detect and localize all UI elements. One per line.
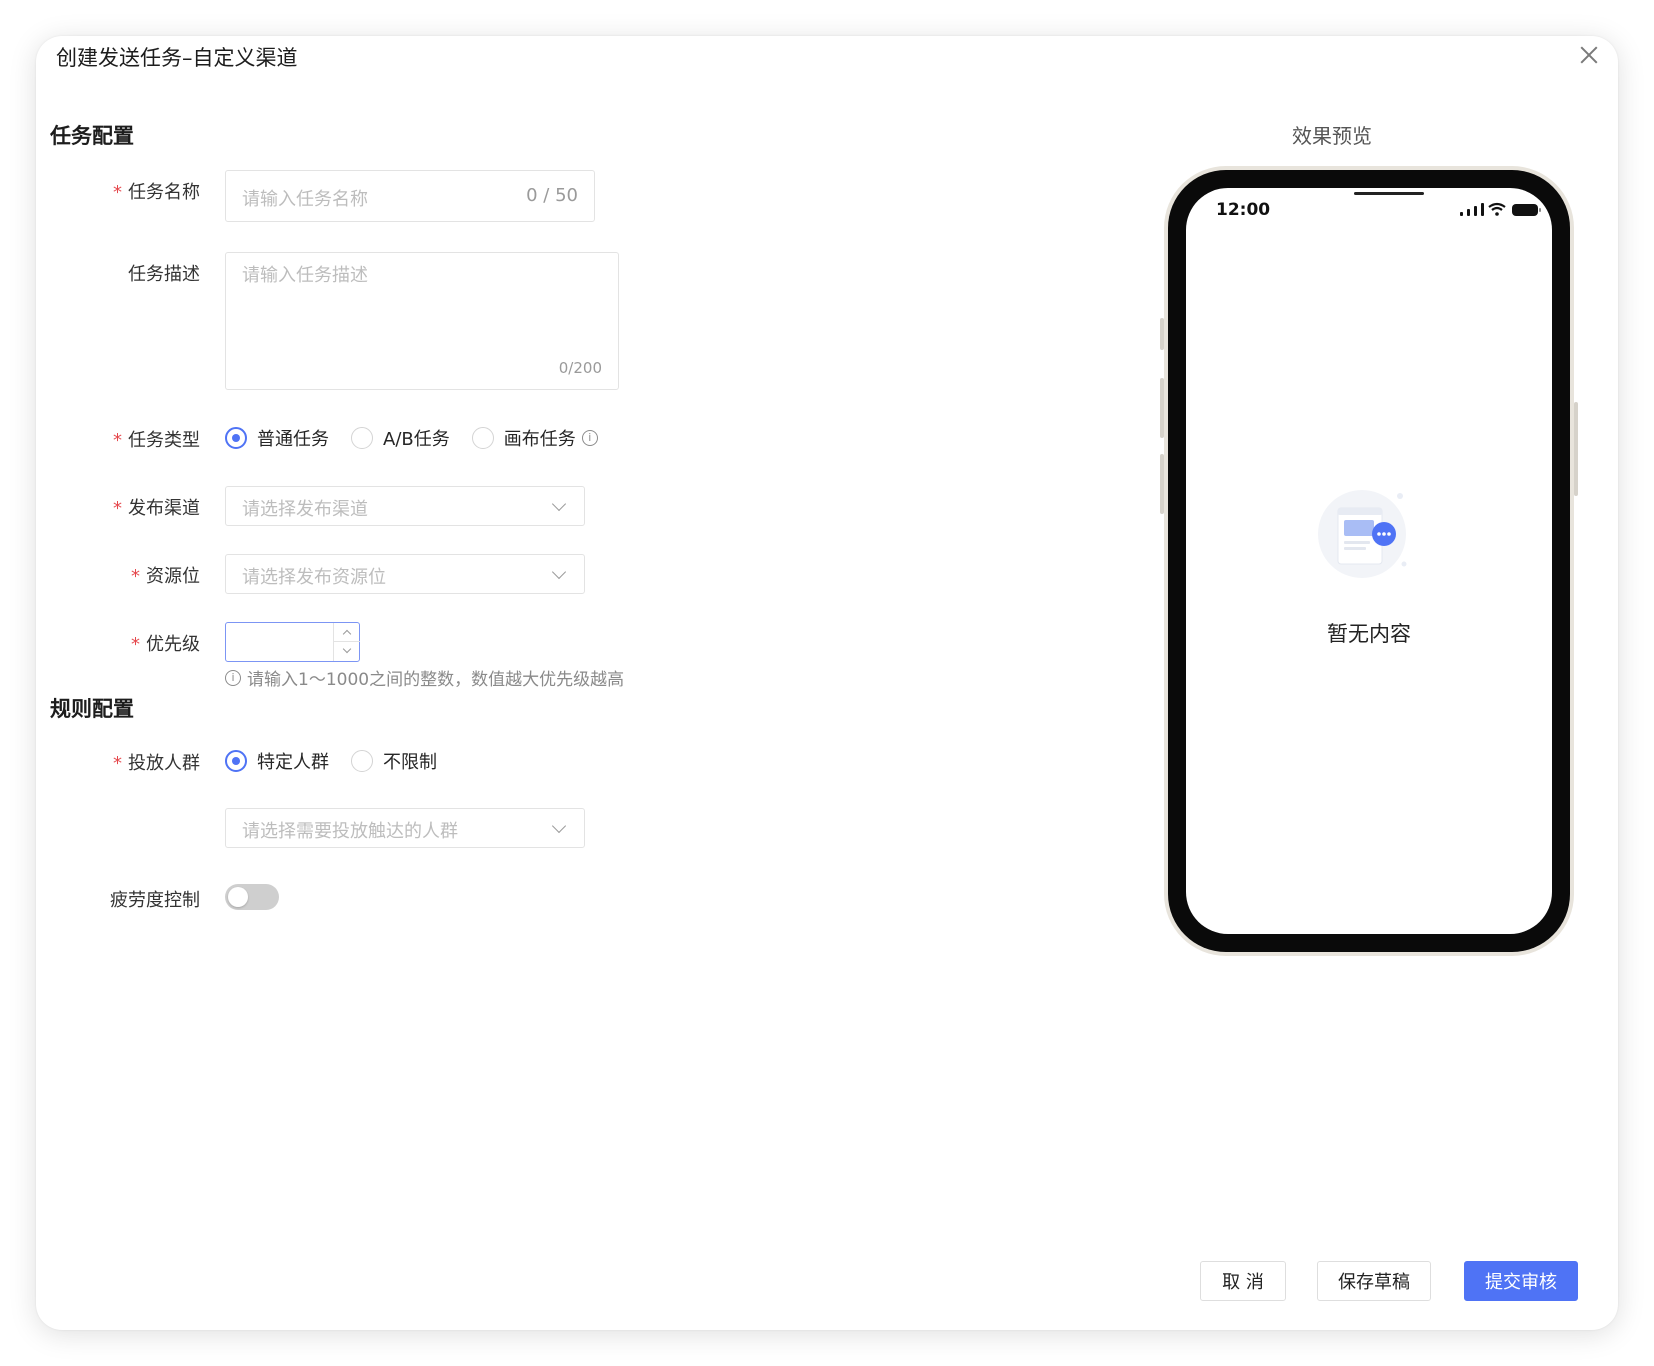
task-name-input[interactable]: 请输入任务名称 0 / 50	[225, 170, 595, 222]
task-name-label: * 任务名称	[113, 182, 200, 203]
radio-circle-checked[interactable]	[225, 750, 247, 772]
signal-icon	[1481, 203, 1484, 216]
empty-text: 暂无内容	[1327, 622, 1411, 646]
channel-label: * 发布渠道	[113, 498, 200, 519]
submit-review-button[interactable]: 提交审核	[1464, 1261, 1578, 1301]
priority-stepper	[333, 623, 360, 661]
fatigue-toggle[interactable]	[225, 884, 279, 910]
wifi-icon	[1488, 202, 1506, 216]
task-desc-textarea[interactable]: 请输入任务描述 0/200	[225, 252, 619, 390]
status-time: 12:00	[1216, 200, 1271, 220]
priority-label: * 优先级	[131, 634, 200, 655]
signal-icon	[1467, 209, 1470, 216]
task-type-radio-group: 普通任务 A/B任务 画布任务 i	[225, 425, 598, 451]
radio-unlimited-audience[interactable]: 不限制	[351, 748, 437, 774]
phone-bezel: 12:00 暂无内容	[1168, 170, 1570, 952]
phone-screen: 12:00 暂无内容	[1186, 188, 1552, 934]
chevron-down-icon	[551, 564, 567, 580]
task-name-counter: 0 / 50	[526, 185, 578, 206]
stepper-down-icon[interactable]	[334, 642, 360, 661]
signal-icon	[1460, 212, 1463, 216]
section-title-rule-config: 规则配置	[50, 697, 134, 721]
task-name-placeholder: 请输入任务名称	[242, 189, 368, 210]
radio-canvas-task[interactable]: 画布任务	[471, 425, 576, 451]
status-icons	[1460, 202, 1541, 216]
phone-frame: 12:00 暂无内容	[1160, 166, 1578, 956]
task-desc-counter: 0/200	[558, 359, 602, 377]
task-desc-placeholder: 请输入任务描述	[242, 265, 368, 286]
resource-select[interactable]: 请选择发布资源位	[225, 554, 585, 594]
task-type-label: * 任务类型	[113, 430, 200, 451]
task-desc-label: 任务描述	[128, 264, 200, 285]
phone-side-button	[1160, 318, 1164, 350]
chevron-down-icon	[551, 496, 567, 512]
channel-select[interactable]: 请选择发布渠道	[225, 486, 585, 526]
info-icon: i	[225, 669, 241, 686]
radio-specific-audience[interactable]: 特定人群	[225, 748, 329, 774]
info-icon[interactable]: i	[581, 430, 598, 446]
radio-circle[interactable]	[471, 427, 494, 449]
radio-circle-checked[interactable]	[225, 427, 247, 449]
audience-radio-group: 特定人群 不限制	[225, 748, 459, 774]
phone-side-button	[1160, 378, 1164, 438]
cancel-button[interactable]: 取 消	[1200, 1261, 1286, 1301]
audience-label: * 投放人群	[113, 753, 200, 774]
create-task-dialog: 创建发送任务–自定义渠道 任务配置 * 任务名称 请输入任务名称 0 / 50 任…	[36, 36, 1618, 1330]
audience-select[interactable]: 请选择需要投放触达的人群	[225, 808, 585, 848]
radio-normal-task[interactable]: 普通任务	[225, 425, 329, 451]
resource-label: * 资源位	[131, 566, 200, 587]
notch	[1354, 192, 1424, 195]
empty-state-icon	[1318, 490, 1407, 578]
radio-circle[interactable]	[351, 750, 373, 772]
priority-hint: i 请输入1～1000之间的整数，数值越大优先级越高	[225, 665, 624, 690]
chevron-down-icon	[551, 818, 567, 834]
audience-placeholder: 请选择需要投放触达的人群	[242, 821, 458, 842]
close-icon[interactable]	[1574, 40, 1604, 70]
stepper-up-icon[interactable]	[334, 623, 360, 642]
priority-number-input[interactable]	[225, 622, 360, 662]
resource-placeholder: 请选择发布资源位	[242, 567, 386, 588]
phone-side-button	[1574, 402, 1578, 496]
dialog-title: 创建发送任务–自定义渠道	[56, 46, 298, 70]
battery-icon	[1512, 204, 1541, 216]
save-draft-button[interactable]: 保存草稿	[1317, 1261, 1431, 1301]
phone-side-button	[1160, 454, 1164, 514]
radio-circle[interactable]	[351, 427, 373, 449]
fatigue-label: 疲劳度控制	[110, 890, 200, 911]
channel-placeholder: 请选择发布渠道	[242, 499, 368, 520]
signal-icon	[1474, 206, 1477, 216]
preview-title: 效果预览	[1292, 124, 1372, 148]
radio-ab-task[interactable]: A/B任务	[351, 425, 450, 451]
section-title-task-config: 任务配置	[50, 124, 134, 148]
